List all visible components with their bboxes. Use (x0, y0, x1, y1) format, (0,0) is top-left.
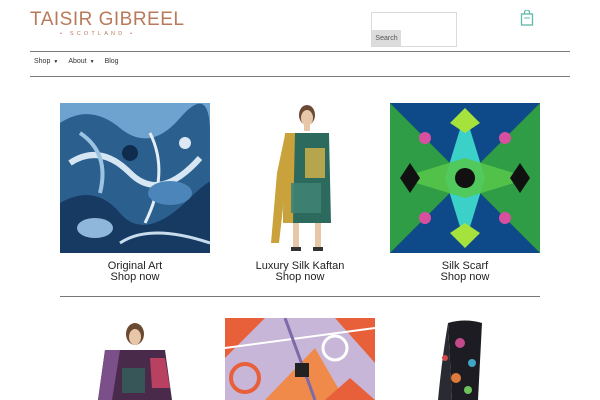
product-tile-silk-kaftan[interactable]: Luxury Silk Kaftan Shop now (225, 103, 375, 283)
blue-abstract-painting-image[interactable] (60, 103, 210, 253)
chevron-down-icon: ▼ (53, 58, 59, 65)
logo-tagline: • SCOTLAND • (60, 31, 136, 37)
logo-name: TAISIR GIBREEL (30, 9, 185, 30)
nav-item-shop[interactable]: Shop ▼ (34, 58, 58, 65)
chevron-down-icon: ▼ (89, 58, 95, 65)
orange-lilac-geometric-print-image[interactable] (225, 318, 375, 400)
shop-now-link[interactable]: Shop now (390, 272, 540, 283)
nav-item-label: Shop (34, 58, 51, 65)
green-kaleidoscope-pattern-image[interactable] (390, 103, 540, 253)
nav-item-label: About (68, 58, 87, 65)
search-button[interactable]: Search (372, 30, 401, 46)
model-in-purple-kaftan-image[interactable] (60, 318, 210, 400)
nav-item-blog[interactable]: Blog (105, 58, 119, 65)
brand-logo[interactable]: TAISIR GIBREEL • SCOTLAND • (30, 9, 185, 38)
product-tile-silk-scarf[interactable]: Silk Scarf Shop now (390, 103, 540, 283)
header-divider (30, 51, 570, 52)
shop-now-link[interactable]: Shop now (60, 272, 210, 283)
search-widget[interactable]: Search (371, 12, 457, 47)
product-tile-original-art[interactable]: Original Art Shop now (60, 103, 210, 283)
main-nav: Shop ▼ About ▼ Blog (34, 58, 119, 65)
dark-floral-scarf-image[interactable] (390, 318, 540, 400)
nav-item-about[interactable]: About ▼ (68, 58, 94, 65)
shop-now-link[interactable]: Shop now (225, 272, 375, 283)
nav-divider (30, 76, 570, 77)
shopping-bag-icon[interactable] (520, 10, 534, 26)
model-in-green-kaftan-image[interactable] (225, 103, 375, 253)
section-divider (60, 296, 540, 297)
nav-item-label: Blog (104, 58, 119, 65)
